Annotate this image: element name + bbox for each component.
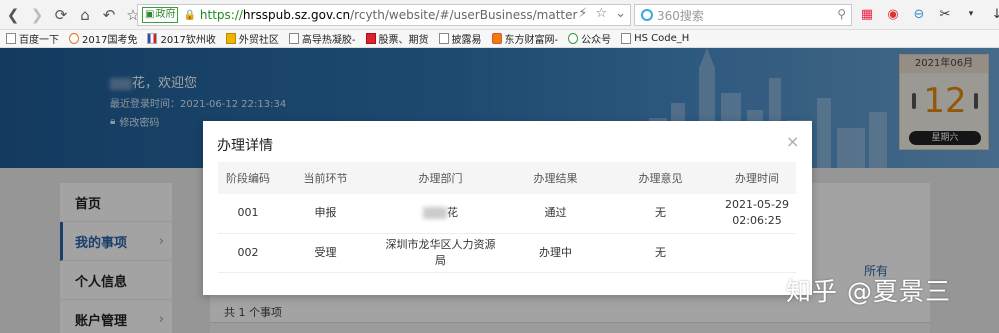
cell-step: 申报 xyxy=(278,194,373,234)
dropdown-icon[interactable]: ⌄ xyxy=(615,6,626,21)
refresh-icon[interactable]: ⟳ xyxy=(50,4,72,26)
close-icon[interactable]: × xyxy=(786,132,799,151)
green-icon xyxy=(568,33,579,44)
page-icon xyxy=(438,33,449,44)
gov-shield-icon: ▣ xyxy=(145,9,155,20)
redacted-dept xyxy=(423,207,447,220)
chevron-down-icon[interactable]: ▾ xyxy=(962,5,980,23)
undo-icon[interactable]: ↶ xyxy=(98,4,120,26)
bookmark-label: 公众号 xyxy=(581,35,612,46)
cell-opinion: 无 xyxy=(603,233,718,273)
detail-modal: 办理详情 × 阶段编码 当前环节 办理部门 办理结果 办理意见 办理时间 001… xyxy=(203,121,812,295)
watermark: 知乎 @夏景三 xyxy=(786,277,951,306)
red-icon xyxy=(365,33,376,44)
bookmark-label: 2017钦州收 xyxy=(160,35,216,46)
yellow-icon xyxy=(225,33,236,44)
cell-result: 办理中 xyxy=(508,233,603,273)
detail-table: 阶段编码 当前环节 办理部门 办理结果 办理意见 办理时间 001 申报 花 通… xyxy=(218,162,796,273)
time-clock: 02:06:25 xyxy=(732,214,782,228)
bookmark-label: HS Code_H xyxy=(634,33,690,44)
bookmark-label: 披露易 xyxy=(451,35,482,46)
search-input[interactable]: 360搜索 xyxy=(657,7,704,24)
modal-title: 办理详情 xyxy=(217,138,273,154)
dept-label: 花 xyxy=(447,206,458,220)
orange-icon xyxy=(491,33,502,44)
bookmarks-bar: 百度一下 2017国考免 2017钦州收 外贸社区 高导热凝胶- 股票、期货 披… xyxy=(0,30,999,48)
bookmark-item[interactable]: 披露易 xyxy=(438,31,482,46)
lightning-icon[interactable]: ⚡︎ xyxy=(578,6,587,21)
bookmark-star-icon[interactable]: ☆ xyxy=(595,6,607,21)
search-icon[interactable]: ⚲ xyxy=(837,7,846,21)
circle-icon xyxy=(69,33,79,44)
bookmark-label: 百度一下 xyxy=(19,35,59,46)
cell-code: 002 xyxy=(218,233,278,273)
col-header: 办理结果 xyxy=(508,162,603,194)
bookmark-item[interactable]: 百度一下 xyxy=(6,31,59,46)
col-header: 阶段编码 xyxy=(218,162,278,194)
bookmark-label: 外贸社区 xyxy=(238,35,279,46)
page-icon xyxy=(621,33,632,44)
table-row: 002 受理 深圳市龙华区人力资源局 办理中 无 xyxy=(218,233,796,273)
dept-line: 局 xyxy=(435,253,446,267)
cell-time xyxy=(718,233,796,273)
bookmark-item[interactable]: 高导热凝胶- xyxy=(288,31,356,46)
cell-dept: 花 xyxy=(373,194,508,234)
cell-dept: 深圳市龙华区人力资源局 xyxy=(373,233,508,273)
browser-toolbar: ❮ ❯ ⟳ ⌂ ↶ ☆ ▣ 政府 🔒 https://hrsspub.sz.gov… xyxy=(0,0,999,30)
page-icon xyxy=(6,33,16,44)
col-header: 办理意见 xyxy=(603,162,718,194)
gov-badge-label: 政府 xyxy=(155,9,176,20)
bookmark-item[interactable]: 2017钦州收 xyxy=(147,31,216,46)
bookmark-item[interactable]: HS Code_H xyxy=(621,33,689,44)
col-header: 当前环节 xyxy=(278,162,373,194)
cell-step: 受理 xyxy=(278,233,373,273)
time-date: 2021-05-29 xyxy=(725,198,789,212)
table-header: 阶段编码 当前环节 办理部门 办理结果 办理意见 办理时间 xyxy=(218,162,796,194)
address-bar[interactable]: ▣ 政府 🔒 https://hrsspub.sz.gov.cn/rcyth/we… xyxy=(137,4,631,26)
minus-icon[interactable]: ⊖ xyxy=(910,5,928,23)
url-host: hrsspub.sz.gov.cn xyxy=(242,8,351,22)
download-icon[interactable]: ↓ xyxy=(988,5,999,23)
bookmark-item[interactable]: 股票、期货 xyxy=(365,31,429,46)
table-row: 001 申报 花 通过 无 2021-05-29 02:06:25 xyxy=(218,194,796,234)
bookmark-label: 股票、期货 xyxy=(378,35,429,46)
cell-time: 2021-05-29 02:06:25 xyxy=(718,194,796,234)
col-header: 办理部门 xyxy=(373,162,508,194)
col-header: 办理时间 xyxy=(718,162,796,194)
bookmark-item[interactable]: 外贸社区 xyxy=(225,31,279,46)
search-engine-icon xyxy=(641,9,653,21)
apps-icon[interactable]: ▦ xyxy=(858,5,876,23)
page-icon xyxy=(288,33,299,44)
home-icon[interactable]: ⌂ xyxy=(74,4,96,26)
back-icon[interactable]: ❮ xyxy=(2,4,24,26)
bookmark-item[interactable]: 东方财富网- xyxy=(491,31,559,46)
bookmark-label: 东方财富网- xyxy=(504,35,559,46)
cell-code: 001 xyxy=(218,194,278,234)
cell-opinion: 无 xyxy=(603,194,718,234)
scissors-icon[interactable]: ✂ xyxy=(936,5,954,23)
bookmark-label: 2017国考免 xyxy=(82,35,138,46)
dept-line: 深圳市龙华区人力资源 xyxy=(385,237,496,251)
lock-icon: 🔒 xyxy=(183,9,196,21)
bookmark-label: 高导热凝胶- xyxy=(301,35,356,46)
cell-result: 通过 xyxy=(508,194,603,234)
gov-badge: ▣ 政府 xyxy=(142,7,179,23)
game-icon[interactable]: ◉ xyxy=(884,5,902,23)
url-protocol: https:// xyxy=(199,8,243,22)
flag-icon xyxy=(147,33,158,44)
bookmark-item[interactable]: 2017国考免 xyxy=(69,31,137,46)
forward-icon[interactable]: ❯ xyxy=(26,4,48,26)
bookmark-item[interactable]: 公众号 xyxy=(568,31,611,46)
search-box[interactable]: 360搜索 ⚲ xyxy=(634,4,852,26)
url-path: /rcyth/website/#/userBusiness/matter xyxy=(350,8,578,22)
